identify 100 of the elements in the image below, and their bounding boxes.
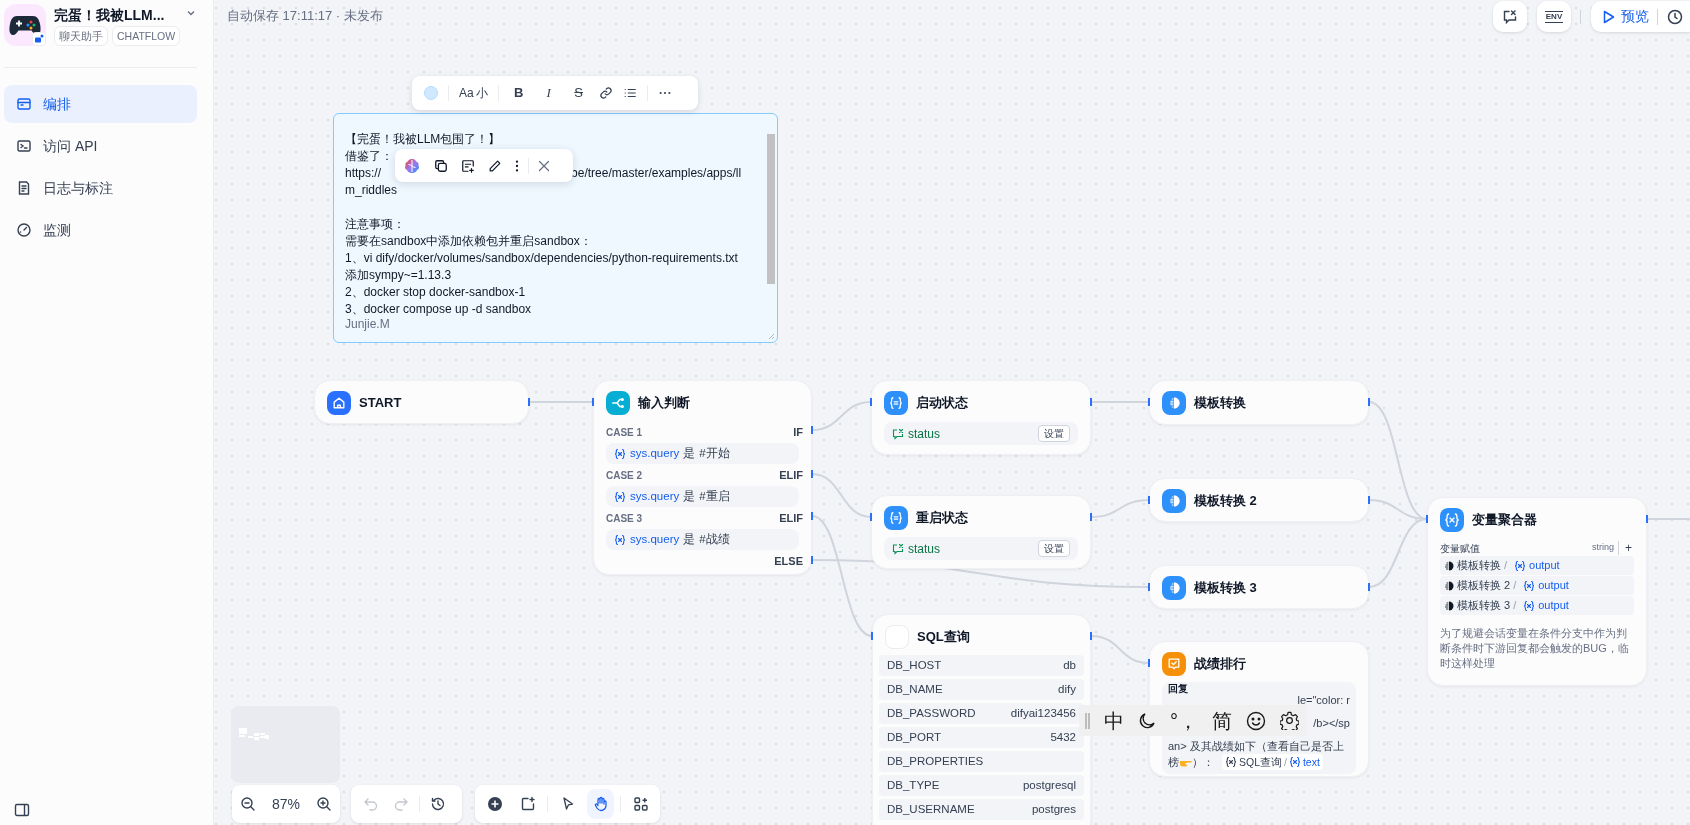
zoom-out-icon[interactable] — [240, 796, 256, 812]
chevron-down-icon[interactable] — [186, 9, 196, 17]
copy-icon[interactable] — [434, 158, 448, 173]
set-button[interactable]: 设置 — [1038, 540, 1070, 557]
env-label: ENV — [1544, 10, 1564, 23]
node-card[interactable]: 重启状态 status 设置 — [871, 495, 1091, 569]
node-title: 模板转换 3 — [1194, 579, 1257, 598]
minimap[interactable] — [231, 706, 340, 783]
parameter-value: 5432 — [1050, 729, 1076, 745]
home-icon — [327, 391, 351, 415]
sidebar-toggle-icon[interactable] — [14, 802, 30, 818]
branch-label: ELSE — [774, 553, 803, 569]
input-mode-button[interactable]: 中 — [1104, 705, 1124, 736]
node-card[interactable]: SQL查询 DB_HOST db DB_NAME dify DB_PASSWORD difyai123456 DB_PORT 5432 DB_PROPERTIES DB_TYPE postgresql DB_USERNAME postgres — [872, 614, 1091, 825]
connector-line — [528, 401, 594, 403]
connector-line — [1090, 401, 1150, 403]
strikethrough-button[interactable]: S — [568, 83, 589, 103]
play-icon — [1603, 9, 1615, 24]
note-text: 2、docker stop docker-sandbox-1 — [345, 284, 526, 301]
scrollbar-thumb[interactable] — [767, 134, 775, 284]
separator-text: / — [1284, 755, 1287, 770]
history-icon[interactable] — [430, 796, 446, 812]
brain-icon[interactable] — [403, 156, 421, 175]
node-card[interactable]: 变量聚合器 变量赋值 string + 模板转换 / output 模板转换 2 / output 模板转换 3 / output 为了规避会话变量在条件分支中作为判断条件时下游回复都会触发的BUG，临时这样处理 — [1427, 497, 1647, 686]
connector-line — [1090, 499, 1150, 518]
connector-line — [1646, 518, 1690, 520]
node-title: 变量聚合器 — [1472, 511, 1537, 530]
note-text: 【完蛋！我被LLM包围了！】 — [345, 131, 501, 148]
branch-label: IF — [793, 425, 803, 441]
note-text: 1、vi dify/docker/volumes/sandbox/dependencies/python-requirements.txt — [345, 250, 738, 267]
answer-label: 回复 — [1168, 684, 1189, 694]
italic-button[interactable]: I — [538, 83, 559, 103]
nav-item[interactable]: 日志与标注 — [4, 169, 197, 207]
node-name: 模板转换 2 — [1457, 578, 1511, 594]
note-text: be/tree/master/examples/apps/ll — [571, 165, 742, 182]
add-button[interactable]: + — [1623, 542, 1634, 554]
list-icon[interactable] — [622, 86, 637, 100]
conversation-variables-button[interactable] — [1493, 1, 1527, 32]
smiley-icon[interactable] — [1246, 710, 1266, 731]
chat-variable-icon — [892, 427, 904, 440]
punctuation-button[interactable]: °， — [1170, 705, 1198, 736]
more-vertical-icon[interactable] — [515, 158, 519, 173]
font-size-button[interactable]: Aa 小 — [459, 84, 488, 102]
case-label: CASE 1 — [606, 426, 643, 440]
link-icon[interactable] — [598, 86, 613, 100]
set-button[interactable]: 设置 — [1038, 425, 1070, 442]
script-button[interactable]: 简 — [1212, 705, 1232, 736]
node-card[interactable]: START — [314, 380, 529, 424]
connector-line — [1090, 635, 1150, 664]
autosave-status: 自动保存 17:11:17 · 未发布 — [227, 7, 383, 25]
organize-icon[interactable] — [632, 796, 649, 812]
node-card[interactable]: 启动状态 status 设置 — [871, 380, 1091, 455]
parameter-value: postgres — [1031, 801, 1076, 817]
resize-grip-icon[interactable] — [768, 333, 774, 339]
undo-icon[interactable] — [363, 796, 379, 812]
note-add-icon[interactable] — [461, 158, 475, 173]
moon-icon[interactable] — [1138, 711, 1156, 730]
parameter-value: difyai123456 — [1010, 705, 1076, 721]
branch-label: ELIF — [779, 511, 803, 527]
drag-grip-icon[interactable] — [1085, 711, 1090, 730]
preview-button[interactable]: 预览 — [1591, 1, 1657, 32]
env-button[interactable]: ENV — [1537, 1, 1571, 32]
document-icon — [16, 180, 32, 196]
operator-text: 是 — [683, 531, 696, 547]
condition-value: #战绩 — [699, 531, 730, 547]
settings-icon[interactable] — [1280, 711, 1299, 730]
zoom-level[interactable]: 87% — [272, 793, 300, 815]
nav-item[interactable]: 监测 — [4, 211, 197, 249]
add-note-icon[interactable] — [519, 796, 536, 812]
nav-item[interactable]: 访问 API — [4, 127, 197, 165]
half-circle-icon — [1444, 600, 1454, 611]
variable-name: sys.query — [630, 445, 680, 461]
node-name: 模板转换 — [1457, 558, 1501, 574]
gauge-icon — [16, 222, 32, 238]
close-icon[interactable] — [538, 159, 550, 172]
separator-text: / — [1504, 558, 1508, 574]
variable-icon — [614, 447, 626, 460]
sticky-note[interactable] — [333, 113, 778, 343]
redo-icon[interactable] — [393, 796, 409, 812]
zoom-in-icon[interactable] — [316, 796, 332, 812]
variable-name: sys.query — [630, 531, 680, 547]
color-swatch[interactable] — [424, 86, 438, 100]
answer-text: le="color: r — [1297, 694, 1350, 707]
bold-button[interactable]: B — [508, 83, 529, 103]
note-text: 注意事项： — [345, 216, 405, 233]
parameter-key: DB_PORT — [887, 728, 942, 747]
separator-text: / — [1513, 578, 1517, 594]
app-tag: CHATFLOW — [112, 26, 181, 46]
hand-icon — [592, 796, 609, 812]
chatbot-badge-icon — [32, 32, 46, 46]
pencil-icon[interactable] — [488, 158, 502, 173]
parameter-key: DB_TYPE — [887, 776, 940, 795]
nav-item[interactable]: 编排 — [4, 85, 197, 123]
variable-icon — [1514, 559, 1527, 572]
hand-tool-button[interactable] — [587, 789, 615, 819]
history-icon[interactable] — [1667, 8, 1683, 25]
half-circle-icon — [1444, 560, 1454, 571]
add-icon[interactable] — [486, 796, 503, 812]
node-title: 模板转换 2 — [1194, 492, 1257, 511]
type-label: string — [1591, 541, 1619, 555]
